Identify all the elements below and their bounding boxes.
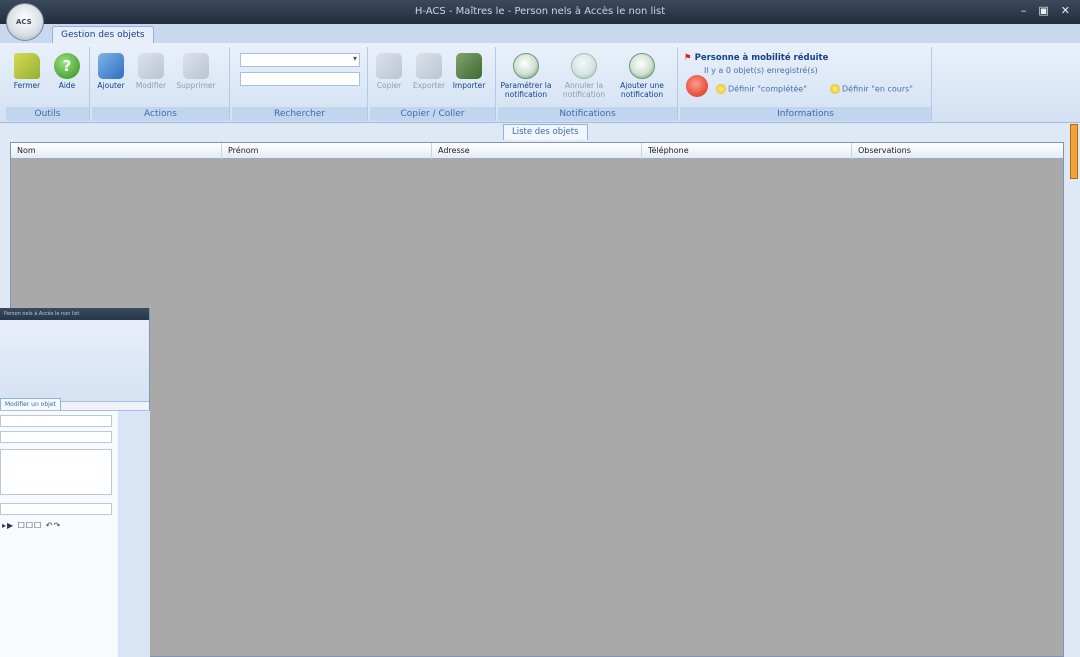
add-icon: [98, 53, 124, 79]
minimize-button[interactable]: –: [1021, 4, 1027, 17]
folder-icon: [14, 53, 40, 79]
tab-strip: Gestion des objets: [0, 24, 1080, 44]
definir-completee-button[interactable]: Définir "complétée": [716, 84, 807, 94]
help-icon: ?: [54, 53, 80, 79]
secondary-form: ▸▶ ☐☐☐ ↶↷: [0, 410, 150, 657]
form-toolbar[interactable]: ▸▶ ☐☐☐ ↶↷: [2, 521, 61, 530]
column-header-prenom[interactable]: Prénom: [222, 143, 432, 159]
fermer-button[interactable]: Fermer: [10, 53, 44, 90]
edit-icon: [138, 53, 164, 79]
lamp-icon: [830, 84, 840, 94]
group-actions-label: Actions: [92, 107, 229, 121]
definir-completee-label: Définir "complétée": [728, 84, 807, 94]
definir-en-cours-label: Définir "en cours": [842, 84, 913, 94]
ajouter-notification-button[interactable]: Ajouter une notification: [616, 53, 668, 99]
group-notifications-label: Notifications: [498, 107, 677, 121]
delete-icon: [183, 53, 209, 79]
info-count: Il y a 0 objet(s) enregistré(s): [704, 66, 818, 75]
app-logo-text: ACS: [16, 18, 32, 26]
import-icon: [456, 53, 482, 79]
window-controls: – ▣ ✕: [1021, 4, 1070, 17]
group-informations: ⚑ Personne à mobilité réduite Il y a 0 ob…: [680, 47, 932, 121]
column-header-observations[interactable]: Observations: [852, 143, 1063, 159]
ajouter-label: Ajouter: [97, 81, 125, 90]
secondary-window-title: Person nels à Accès le non list: [0, 308, 149, 320]
form-memo[interactable]: [0, 449, 112, 495]
notification-icon: [629, 53, 655, 79]
info-title-text: Personne à mobilité réduite: [694, 53, 829, 63]
annuler-notification-button[interactable]: Annuler la notification: [558, 53, 610, 99]
copier-label: Copier: [376, 81, 402, 90]
copy-icon: [376, 53, 402, 79]
group-actions: Ajouter Modifier Supprimer Actions: [92, 47, 230, 121]
secondary-side-panel: [118, 411, 150, 657]
form-field-2[interactable]: [0, 431, 112, 443]
ajouter-button[interactable]: Ajouter: [94, 53, 128, 90]
group-rechercher: ▾ Rechercher: [232, 47, 368, 121]
flag-icon: ⚑: [684, 53, 692, 63]
aide-label: Aide: [58, 81, 76, 90]
ribbon: Fermer ? Aide Outils Ajouter Modifier Su…: [0, 43, 1080, 123]
title-bar: H-ACS - Maîtres le - Person nels à Accès…: [0, 0, 1080, 26]
right-sidebar: [1068, 124, 1080, 657]
group-informations-label: Informations: [680, 107, 931, 121]
maximize-button[interactable]: ▣: [1038, 4, 1048, 17]
app-menu-button[interactable]: ACS: [6, 3, 44, 41]
column-header-nom[interactable]: Nom: [11, 143, 222, 159]
export-icon: [416, 53, 442, 79]
info-title: ⚑ Personne à mobilité réduite: [684, 53, 828, 63]
close-button[interactable]: ✕: [1061, 4, 1070, 17]
supprimer-button[interactable]: Supprimer: [176, 53, 216, 90]
aide-button[interactable]: ? Aide: [50, 53, 84, 90]
group-rechercher-label: Rechercher: [232, 107, 367, 121]
parametrer-notification-button[interactable]: Paramétrer la notification: [500, 53, 552, 99]
ajouter-notif-label: Ajouter une notification: [620, 81, 664, 99]
importer-button[interactable]: Importer: [452, 53, 486, 90]
exporter-label: Exporter: [412, 81, 446, 90]
group-copier-coller: Copier Exporter Importer Copier / Coller: [370, 47, 496, 121]
alert-icon: [686, 75, 708, 97]
tab-liste-objets[interactable]: Liste des objets: [503, 124, 588, 140]
copier-button[interactable]: Copier: [372, 53, 406, 90]
group-outils: Fermer ? Aide Outils: [6, 47, 90, 121]
notification-icon: [571, 53, 597, 79]
lamp-icon: [716, 84, 726, 94]
group-outils-label: Outils: [6, 107, 89, 121]
tab-gestion-objets[interactable]: Gestion des objets: [52, 26, 154, 44]
exporter-button[interactable]: Exporter: [412, 53, 446, 90]
supprimer-label: Supprimer: [176, 81, 216, 90]
form-field-1[interactable]: [0, 415, 112, 427]
modifier-button[interactable]: Modifier: [134, 53, 168, 90]
notification-icon: [513, 53, 539, 79]
parametrer-label: Paramétrer la notification: [500, 81, 552, 99]
definir-en-cours-button[interactable]: Définir "en cours": [830, 84, 913, 94]
group-notifications: Paramétrer la notification Annuler la no…: [498, 47, 678, 121]
column-header-adresse[interactable]: Adresse: [432, 143, 642, 159]
grid-header: Nom Prénom Adresse Téléphone Observation…: [11, 143, 1063, 159]
filter-combo[interactable]: ▾: [240, 53, 360, 67]
secondary-ribbon: [0, 320, 149, 402]
search-input[interactable]: [240, 72, 360, 86]
window-title: H-ACS - Maîtres le - Person nels à Accès…: [414, 6, 666, 17]
secondary-window[interactable]: Person nels à Accès le non list Modifier…: [0, 308, 150, 657]
side-panel-tab[interactable]: [1070, 124, 1078, 179]
importer-label: Importer: [452, 81, 486, 90]
form-field-3[interactable]: [0, 503, 112, 515]
column-header-telephone[interactable]: Téléphone: [642, 143, 852, 159]
group-copier-coller-label: Copier / Coller: [370, 107, 495, 121]
modifier-label: Modifier: [135, 81, 167, 90]
annuler-label: Annuler la notification: [562, 81, 606, 99]
objects-grid[interactable]: Nom Prénom Adresse Téléphone Observation…: [10, 142, 1064, 657]
tab-modifier-objet[interactable]: Modifier un objet: [0, 398, 61, 410]
fermer-label: Fermer: [13, 81, 41, 90]
chevron-down-icon[interactable]: ▾: [353, 54, 357, 63]
